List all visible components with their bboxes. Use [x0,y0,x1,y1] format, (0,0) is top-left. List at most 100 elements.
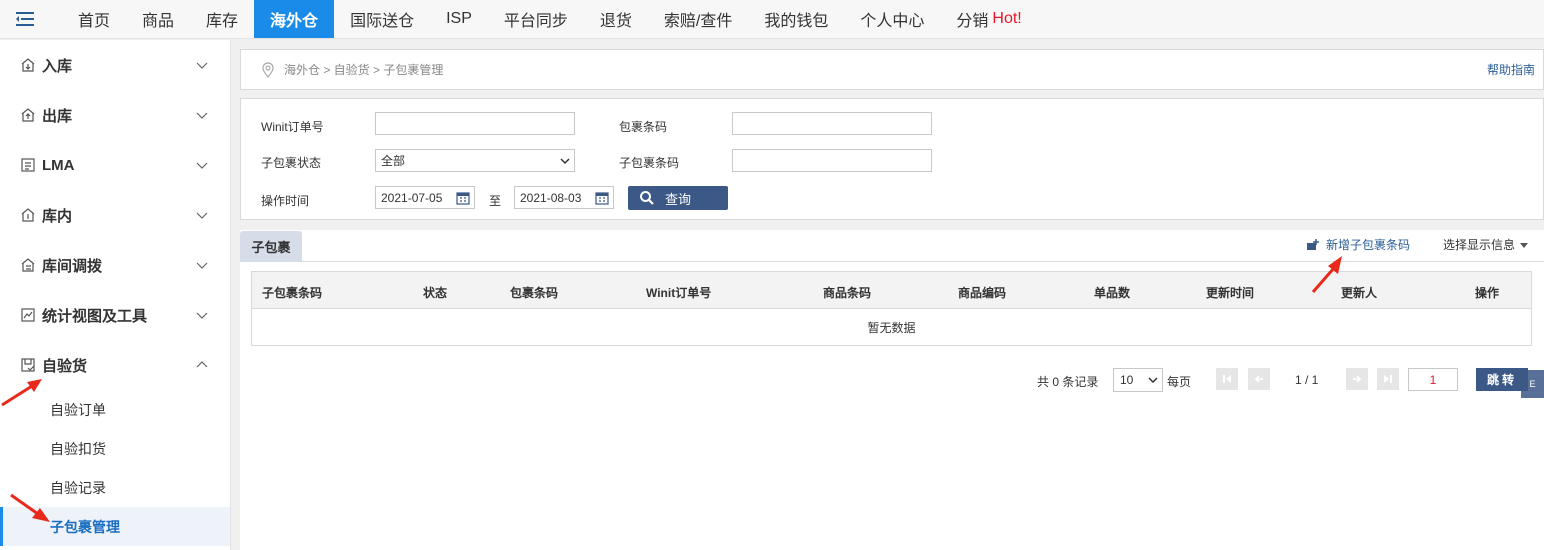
operation-time-label: 操作时间 [261,194,310,208]
nav-overseas-warehouse[interactable]: 海外仓 [254,0,335,38]
side-edge-tab[interactable]: E [1521,370,1544,398]
nav-platform-sync[interactable]: 平台同步 [488,0,584,38]
column-header: Winit订单号 [646,286,712,300]
chevron-down-icon [196,62,208,69]
nav-wallet[interactable]: 我的钱包 [748,0,844,38]
nav-inventory[interactable]: 库存 [190,0,254,38]
annotation-arrow [10,493,50,522]
sub-barcode-label: 子包裹条码 [619,156,680,170]
column-header: 子包裹条码 [262,286,323,300]
sidebar-group-in-warehouse[interactable]: 库内 [0,190,230,240]
caret-down-icon [1520,242,1529,248]
tab-sub-parcel[interactable]: 子包裹 [240,231,302,262]
sidebar-group-label: 库间调拨 [42,257,103,275]
annotation-arrow [1,379,42,407]
sidebar-group-outbound[interactable]: 出库 [0,90,230,140]
sidebar-group-inbound[interactable]: 入库 [0,40,230,90]
arrow-left-icon [1254,375,1263,383]
pagination: 共 0 条记录 10 每页 1 / 1 1 跳转 [240,368,1544,392]
chevron-down-icon [196,312,208,319]
column-header: 更新时间 [1206,286,1255,300]
nav-returns[interactable]: 退货 [584,0,648,38]
list-icon [20,157,36,173]
inbound-icon [20,57,36,73]
column-header: 商品编码 [958,286,1007,300]
sub-status-label: 子包裹状态 [261,156,322,170]
chevron-down-icon [196,262,208,269]
nav-isp[interactable]: ISP [430,0,488,38]
last-page-icon [1384,375,1392,383]
chart-icon [20,307,36,323]
outbound-icon [20,107,36,123]
add-package-icon [1307,238,1319,250]
sidebar-group-label: LMA [42,156,75,174]
order-number-input[interactable] [375,112,575,135]
sub-barcode-input[interactable] [732,149,932,172]
nav-claims[interactable]: 索赔/查件 [648,0,748,38]
nav-products[interactable]: 商品 [126,0,190,38]
display-options-dropdown[interactable]: 选择显示信息 [1443,236,1529,253]
date-to-value: 2021-08-03 [520,190,582,205]
calendar-icon[interactable] [595,191,609,205]
column-header: 操作 [1475,286,1500,300]
page-size-select[interactable]: 10 [1113,368,1163,392]
nav-distribution[interactable]: 分销 Hot! [940,0,1037,38]
top-nav: 首页 商品 库存 海外仓 国际送仓 ISP 平台同步 退货 索赔/查件 我的钱包… [0,0,1544,39]
date-to-input[interactable]: 2021-08-03 [514,186,614,209]
location-pin-icon [262,61,274,78]
filter-panel: Winit订单号 包裹条码 子包裹状态 全部 子包裹条码 操作时间 2021-0… [240,98,1544,220]
sidebar-group-label: 库内 [42,207,73,225]
sidebar: 入库 出库 LMA 库内 库间调拨 统计视图及工具 自验货 自验订单 自验扣货 … [0,40,231,550]
page-info: 1 / 1 [1295,373,1319,387]
nav-international[interactable]: 国际送仓 [334,0,430,38]
date-separator: 至 [489,194,502,208]
menu-toggle-icon[interactable] [0,0,50,38]
breadcrumb: 海外仓 > 自验货 > 子包裹管理 帮助指南 [240,49,1544,90]
sidebar-group-transfer[interactable]: 库间调拨 [0,240,230,290]
sidebar-group-statistics[interactable]: 统计视图及工具 [0,290,230,340]
next-page-button[interactable] [1346,368,1368,390]
last-page-button[interactable] [1377,368,1399,390]
chevron-down-icon [196,112,208,119]
hot-badge: Hot! [992,10,1022,27]
column-header: 包裹条码 [510,286,559,300]
first-page-icon [1223,375,1231,383]
add-sub-barcode-label: 新增子包裹条码 [1326,238,1411,252]
per-page-label: 每页 [1167,375,1192,389]
sub-status-select[interactable]: 全部 [375,149,575,172]
tab-strip: 子包裹 新增子包裹条码 选择显示信息 [240,230,1544,262]
query-button[interactable]: 查询 [628,186,728,210]
page-number-input[interactable]: 1 [1408,368,1458,391]
arrow-right-icon [1353,375,1362,383]
nav-home[interactable]: 首页 [62,0,126,38]
parcel-barcode-input[interactable] [732,112,932,135]
nav-personal-center[interactable]: 个人中心 [844,0,940,38]
column-header: 状态 [423,286,448,300]
nav-distribution-label: 分销 [956,13,989,30]
chevron-down-icon [1148,377,1158,384]
chevron-up-icon [196,361,208,368]
order-number-label: Winit订单号 [261,120,324,134]
search-icon [640,191,654,205]
date-from-value: 2021-07-05 [381,190,443,205]
page-size-value: 10 [1120,373,1134,387]
help-guide-link[interactable]: 帮助指南 [1487,61,1535,78]
sidebar-group-label: 出库 [42,107,73,125]
calendar-icon[interactable] [456,191,470,205]
sub-status-value: 全部 [381,154,406,168]
chevron-down-icon [196,162,208,169]
sidebar-group-label: 统计视图及工具 [42,307,148,325]
annotation-arrow [1311,256,1342,293]
total-records: 共 0 条记录 [1037,375,1099,389]
breadcrumb-path: 海外仓 > 自验货 > 子包裹管理 [284,63,444,77]
sidebar-item-self-inspection-holds[interactable]: 自验扣货 [0,429,230,468]
first-page-button[interactable] [1216,368,1238,390]
query-button-label: 查询 [664,191,691,207]
sidebar-group-lma[interactable]: LMA [0,140,230,190]
column-header: 商品条码 [823,286,872,300]
content-panel: 子包裹 新增子包裹条码 选择显示信息 子包裹条码 状态 包裹条码 Winit订单… [240,230,1544,550]
date-from-input[interactable]: 2021-07-05 [375,186,475,209]
prev-page-button[interactable] [1248,368,1270,390]
transfer-icon [20,257,36,273]
add-sub-barcode-link[interactable]: 新增子包裹条码 [1306,236,1410,253]
